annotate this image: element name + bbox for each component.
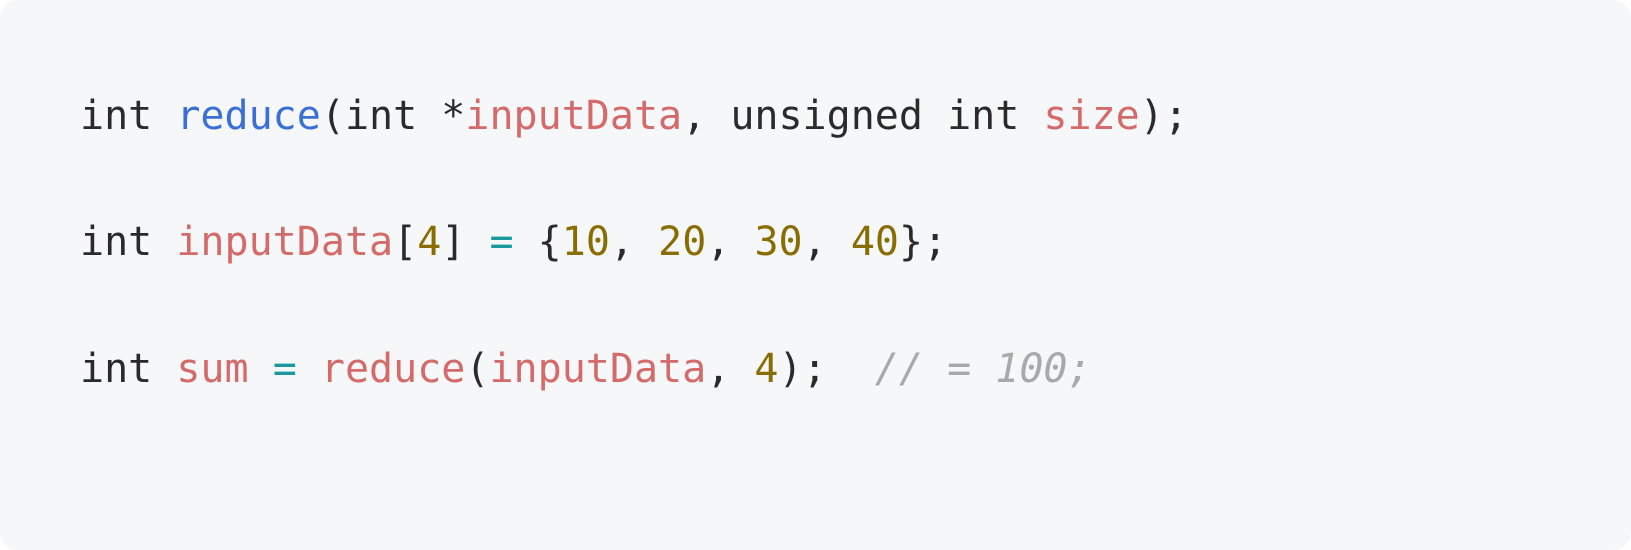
comma: ,: [706, 346, 730, 392]
code-line-1: int reduce(int *inputData, unsigned int …: [80, 85, 1551, 148]
keyword-int: int: [80, 219, 152, 265]
space: [465, 219, 489, 265]
pointer-star: *: [441, 93, 465, 139]
space: [152, 219, 176, 265]
equals-op: =: [489, 219, 513, 265]
comma: ,: [682, 93, 706, 139]
var-sum: sum: [176, 346, 248, 392]
space: [827, 346, 875, 392]
code-block: int reduce(int *inputData, unsigned int …: [0, 0, 1631, 550]
space: [1019, 93, 1043, 139]
arg-4: 4: [754, 346, 778, 392]
brace-open: {: [538, 219, 562, 265]
literal-40: 40: [851, 219, 899, 265]
equals-op: =: [273, 346, 297, 392]
space: [152, 93, 176, 139]
comment: // = 100;: [875, 346, 1092, 392]
paren-close: ): [1140, 93, 1164, 139]
paren-open: (: [465, 346, 489, 392]
array-size: 4: [417, 219, 441, 265]
bracket-open: [: [393, 219, 417, 265]
param-inputdata: inputData: [465, 93, 682, 139]
literal-10: 10: [562, 219, 610, 265]
literal-20: 20: [658, 219, 706, 265]
space: [249, 346, 273, 392]
space: [730, 346, 754, 392]
space: [152, 346, 176, 392]
space: [514, 219, 538, 265]
semicolon: ;: [923, 219, 947, 265]
keyword-int: int: [80, 346, 152, 392]
code-line-3: int inputData[4] = {10, 20, 30, 40};: [80, 211, 1551, 274]
space: [706, 93, 730, 139]
call-reduce: reduce: [321, 346, 466, 392]
function-name: reduce: [176, 93, 321, 139]
keyword-unsigned: unsigned: [730, 93, 923, 139]
code-line-blank: [80, 148, 1551, 211]
var-inputdata: inputData: [176, 219, 393, 265]
bracket-close: ]: [441, 219, 465, 265]
space: [417, 93, 441, 139]
paren-open: (: [321, 93, 345, 139]
comma: ,: [803, 219, 827, 265]
literal-30: 30: [754, 219, 802, 265]
code-line-blank: [80, 275, 1551, 338]
semicolon: ;: [1164, 93, 1188, 139]
space: [923, 93, 947, 139]
space: [297, 346, 321, 392]
space: [634, 219, 658, 265]
space: [730, 219, 754, 265]
space: [827, 219, 851, 265]
code-line-5: int sum = reduce(inputData, 4); // = 100…: [80, 338, 1551, 401]
keyword-int: int: [345, 93, 417, 139]
paren-close: ): [779, 346, 803, 392]
brace-close: }: [899, 219, 923, 265]
comma: ,: [610, 219, 634, 265]
comma: ,: [706, 219, 730, 265]
keyword-int: int: [80, 93, 152, 139]
param-size: size: [1043, 93, 1139, 139]
keyword-int: int: [947, 93, 1019, 139]
arg-inputdata: inputData: [489, 346, 706, 392]
semicolon: ;: [803, 346, 827, 392]
